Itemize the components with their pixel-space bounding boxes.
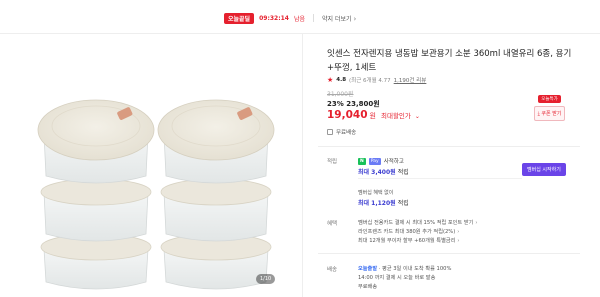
benefits-list: 멤버십 전용카드 결제 시 최대 15% 적립 포인트 받기 › 라인프렌즈 카드… xyxy=(358,219,477,246)
original-price: 31,000원 xyxy=(327,91,354,98)
points-head: N Pay 사적하고 xyxy=(358,157,522,165)
product-image-gallery[interactable] xyxy=(0,34,300,297)
countdown-timer: 09:32:14 xyxy=(259,14,289,22)
benefits-label: 혜택 xyxy=(327,221,338,227)
shipping-summary-text: 무료배송 xyxy=(336,130,357,136)
points-nonmember-text: 멤버십 혜택 없이 xyxy=(358,190,394,196)
star-icon: ★ xyxy=(327,76,334,84)
delivery-line-3: 무료배송 xyxy=(358,284,378,290)
more-promos-link[interactable]: 약지 더보기 › xyxy=(322,14,356,23)
sale-price: 23,800원 xyxy=(346,100,380,108)
section-divider xyxy=(318,253,580,254)
section-divider xyxy=(318,146,580,147)
points-label: 적립 xyxy=(327,159,338,165)
benefit-item[interactable]: 멤버십 전용카드 결제 시 최대 15% 적립 포인트 받기 › xyxy=(358,219,477,228)
today-special-tag: 오늘특가 xyxy=(538,95,561,103)
chevron-down-icon: ⌄ xyxy=(414,113,420,120)
discount-line: 23% 23,800원 xyxy=(327,99,380,109)
delivery-line-2: 14:00 까지 결제 시 오늘 바로 발송 xyxy=(358,275,436,281)
countdown-suffix: 남음 xyxy=(293,15,305,23)
points-section: N Pay 사적하고 최대 3,400원 적립 멤버십 시작하기 멤버십 혜택 … xyxy=(358,157,572,209)
chevron-right-icon: › xyxy=(457,229,460,235)
shipping-summary: 무료배송 xyxy=(327,128,356,136)
chevron-right-icon: › xyxy=(353,14,357,23)
points-member-amount: 최대 3,400원 적립 xyxy=(358,169,409,176)
final-price-row[interactable]: 19,040 원 최대할인가 ⌄ xyxy=(327,109,420,121)
review-count-link[interactable]: 1,190건 리뷰 xyxy=(394,76,427,84)
chevron-right-icon: › xyxy=(475,220,478,226)
chevron-right-icon: › xyxy=(457,238,460,244)
points-member-block: N Pay 사적하고 최대 3,400원 적립 xyxy=(358,157,522,179)
benefit-item[interactable]: 라인프렌즈 카드 최대 380원 추가 적립(2%) › xyxy=(358,228,477,237)
today-shipping-badge: 오늘출발 xyxy=(358,266,378,272)
top-promo-content: 오늘끝딜 09:32:14 남음 약지 더보기 › xyxy=(224,11,356,25)
divider xyxy=(313,14,314,22)
top-promo-bar: 오늘끝딜 09:32:14 남음 약지 더보기 › xyxy=(0,0,600,34)
start-membership-button[interactable]: 멤버십 시작하기 xyxy=(522,163,566,176)
product-image xyxy=(37,99,275,290)
points-nonmember-block: 멤버십 혜택 없이 최대 1,120원 적립 xyxy=(358,183,522,207)
rating-meta: (최근 6개월 4.77 xyxy=(349,78,391,84)
final-price-label: 최대할인가 xyxy=(380,112,411,120)
column-divider xyxy=(302,34,303,297)
delivery-info: 오늘출발 · 평균 3일 이내 도착 확률 100% 14:00 까지 결제 시… xyxy=(358,265,451,292)
delivery-label: 배송 xyxy=(327,267,338,273)
container-stack-right xyxy=(157,99,275,290)
discount-rate: 23% xyxy=(327,100,344,108)
pay-badge: Pay xyxy=(368,157,381,165)
final-price-unit: 원 xyxy=(369,112,376,120)
truck-icon xyxy=(327,129,333,135)
rating-row: ★ 4.8 (최근 6개월 4.77 1,190건 리뷰 xyxy=(327,76,426,84)
points-nonmember-amount: 최대 1,120원 적립 xyxy=(358,200,409,207)
get-coupon-button[interactable]: ⤓ 쿠폰 받기 xyxy=(533,106,566,121)
final-price: 19,040 xyxy=(327,109,368,121)
naver-badge: N xyxy=(358,157,366,165)
points-head-text: 사적하고 xyxy=(383,159,404,165)
rating-score: 4.8 xyxy=(336,77,347,83)
container-stack-left xyxy=(37,99,155,290)
image-counter: 1/10 xyxy=(256,274,276,284)
today-deal-badge: 오늘끝딜 xyxy=(224,12,255,24)
coupon-area: 오늘특가 ⤓ 쿠폰 받기 xyxy=(528,95,571,121)
benefit-item[interactable]: 최대 12개월 무이자 할부 +60개월 특별금리 › xyxy=(358,237,477,246)
delivery-line-1: 오늘출발 · 평균 3일 이내 도착 확률 100% xyxy=(358,266,452,272)
product-title: 잇센스 전자렌지용 냉동밥 보관용기 소분 360ml 내열유리 6종, 용기+… xyxy=(327,49,572,73)
